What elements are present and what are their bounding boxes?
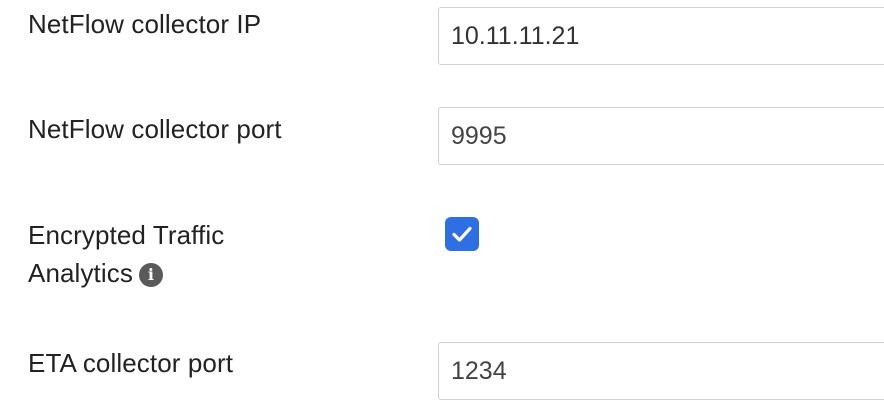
netflow-settings-form: NetFlow collector IP NetFlow collector p… (0, 0, 884, 404)
eta-label-line2: Analytics (28, 258, 133, 288)
netflow-collector-port-input[interactable] (438, 107, 884, 165)
netflow-collector-ip-label: NetFlow collector IP (28, 9, 262, 39)
eta-label-line1: Encrypted Traffic (28, 220, 225, 250)
encrypted-traffic-analytics-label: Encrypted Traffic Analytics i (28, 216, 224, 292)
netflow-collector-port-label: NetFlow collector port (28, 114, 282, 144)
eta-collector-port-label: ETA collector port (28, 348, 234, 378)
netflow-collector-ip-input[interactable] (438, 7, 884, 65)
info-circle-icon[interactable]: i (138, 263, 163, 287)
eta-collector-port-input[interactable] (438, 342, 884, 400)
checkmark-icon (452, 226, 472, 242)
encrypted-traffic-analytics-checkbox[interactable] (445, 217, 479, 251)
